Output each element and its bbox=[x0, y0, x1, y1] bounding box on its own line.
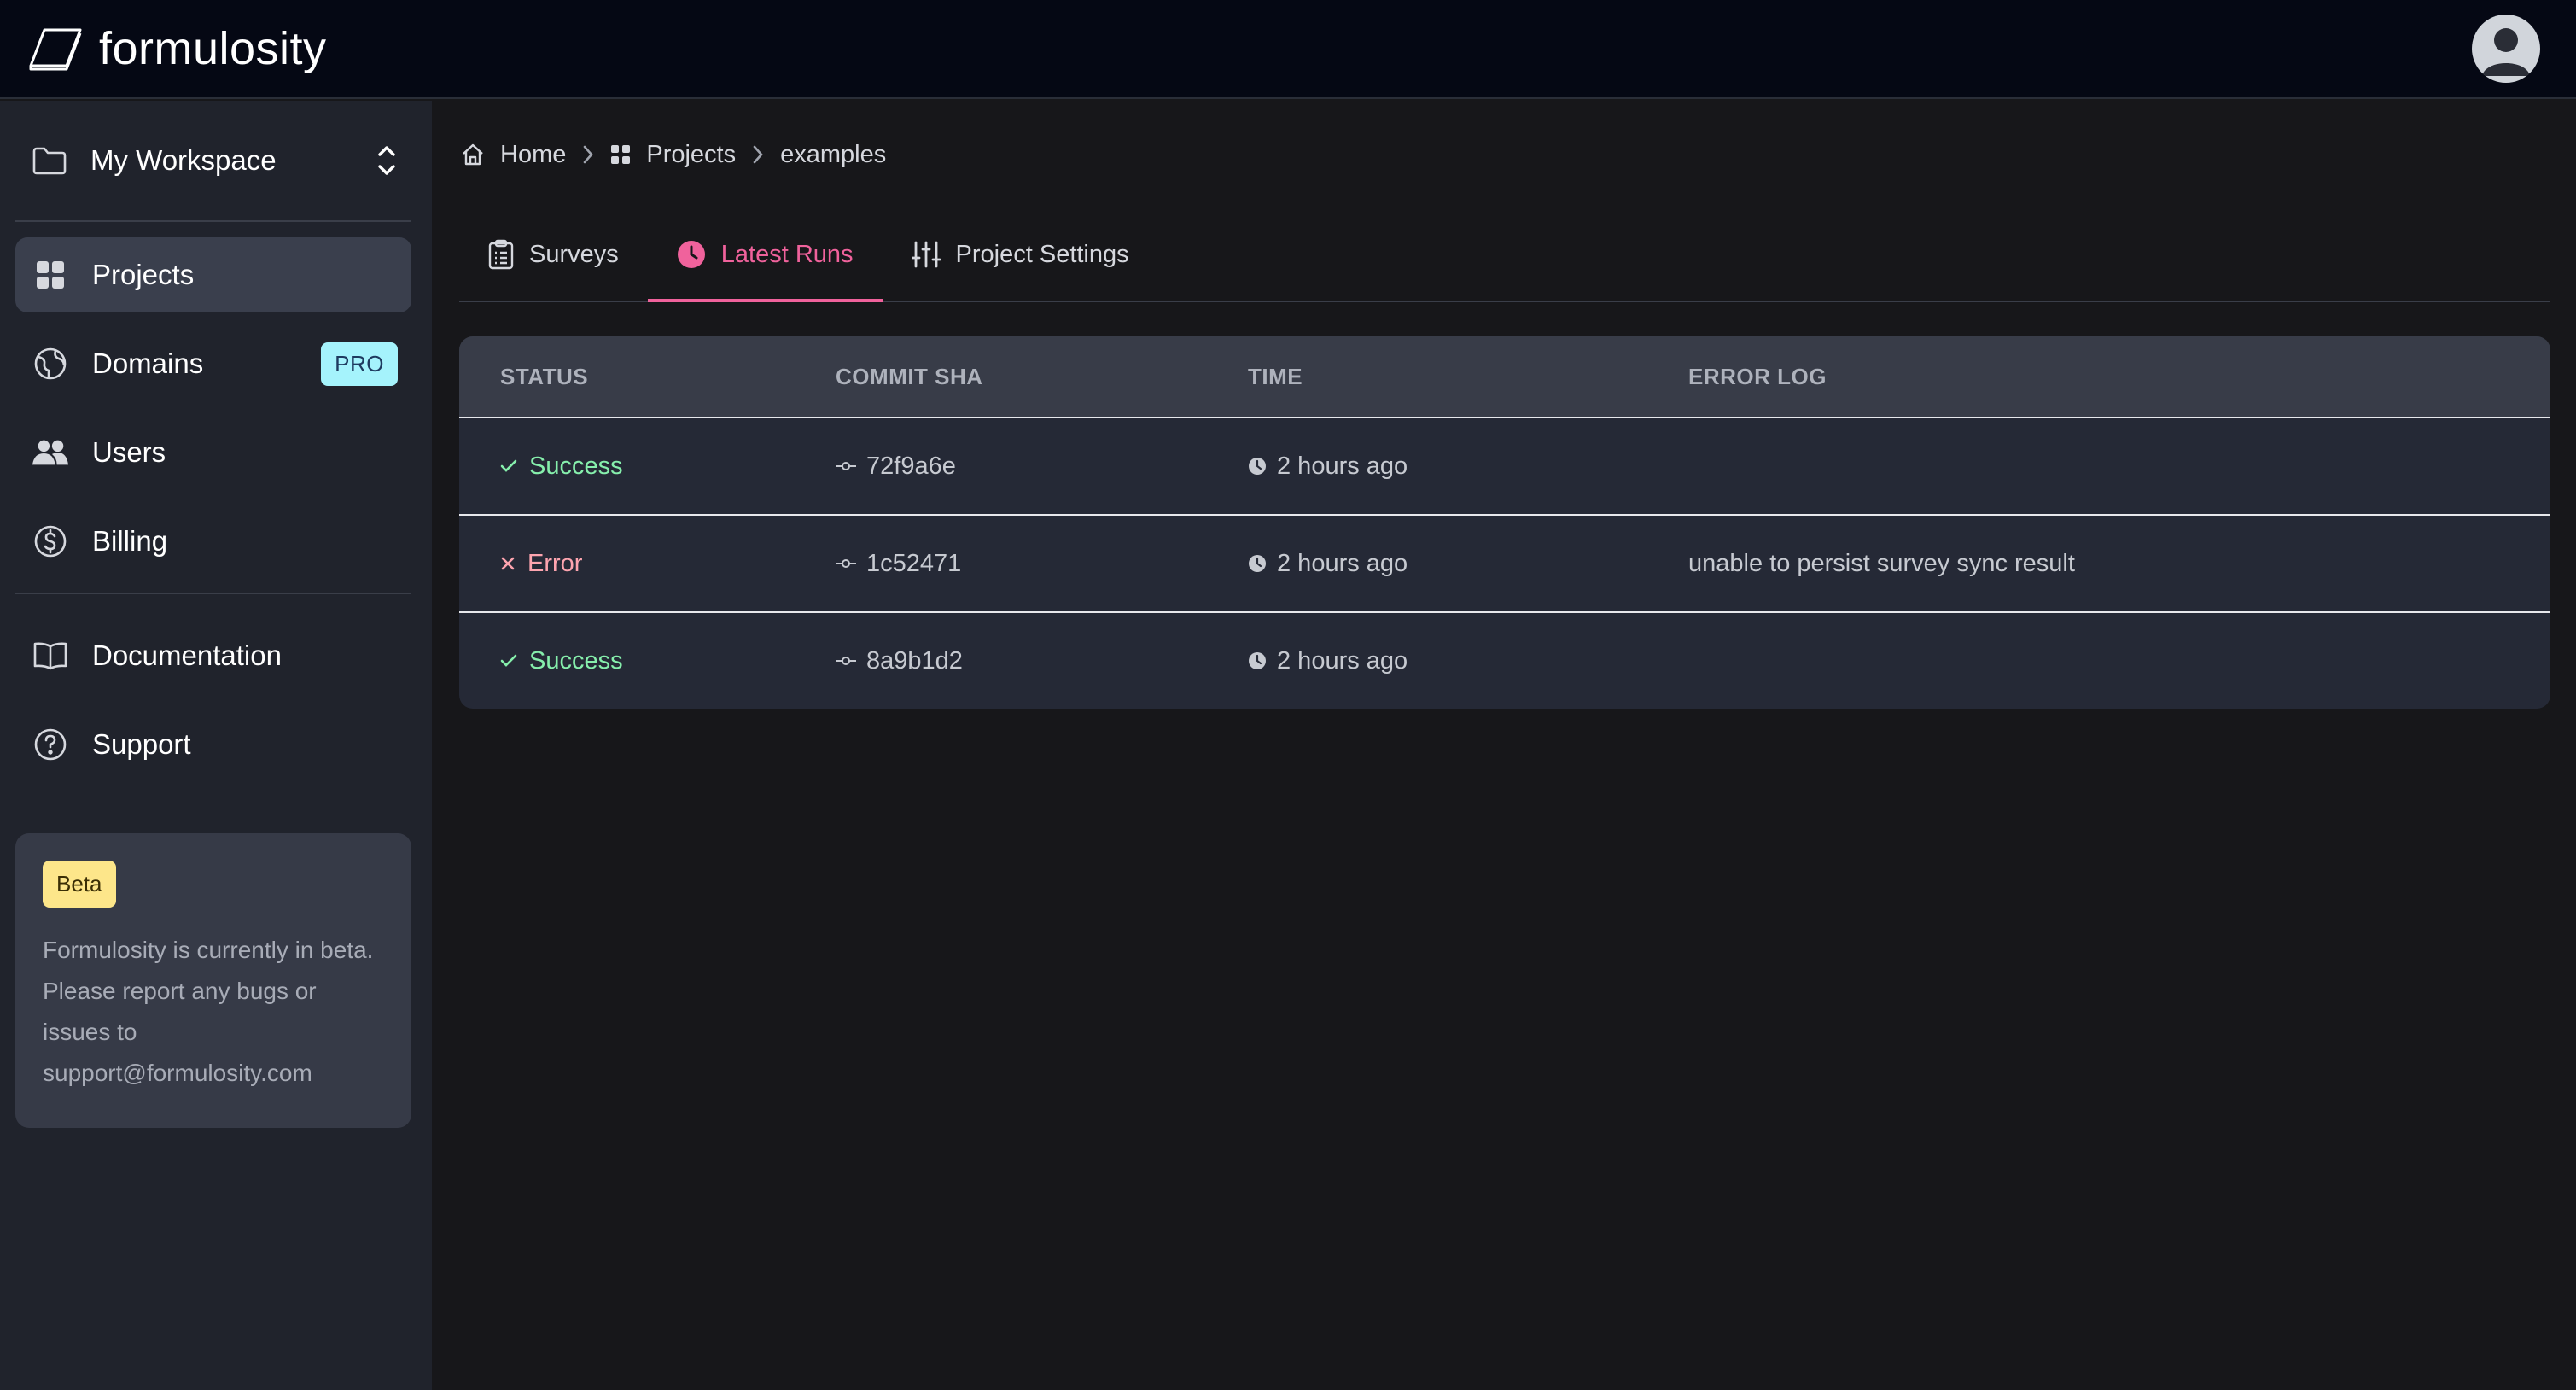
commit-sha: 72f9a6e bbox=[866, 452, 956, 480]
time-cell: 2 hours ago bbox=[1244, 453, 1685, 481]
commit-sha: 1c52471 bbox=[866, 549, 962, 577]
dollar-icon bbox=[32, 524, 68, 558]
grid-icon bbox=[610, 144, 631, 165]
tab-label: Latest Runs bbox=[720, 240, 854, 268]
breadcrumb-projects[interactable]: Projects bbox=[610, 141, 736, 169]
time-text: 2 hours ago bbox=[1277, 452, 1408, 480]
sidebar: My Workspace Projects Domains PRO Users … bbox=[0, 101, 432, 1390]
book-icon bbox=[32, 641, 68, 670]
time-text: 2 hours ago bbox=[1277, 549, 1408, 577]
commit-cell: 72f9a6e bbox=[832, 453, 1244, 481]
main-content: Home Projects examples Surveys Latest Ru… bbox=[459, 101, 2550, 709]
globe-icon bbox=[32, 347, 68, 381]
table-row[interactable]: Success 8a9b1d2 2 hours ago bbox=[459, 611, 2550, 709]
folder-icon bbox=[32, 146, 67, 175]
breadcrumb: Home Projects examples bbox=[459, 101, 2550, 208]
clock-icon bbox=[1248, 651, 1267, 670]
header-commit-sha: COMMIT SHA bbox=[836, 363, 983, 389]
time-cell: 2 hours ago bbox=[1244, 647, 1685, 675]
sidebar-item-users[interactable]: Users bbox=[15, 415, 411, 490]
header-status: STATUS bbox=[500, 363, 589, 389]
tab-surveys[interactable]: Surveys bbox=[459, 208, 648, 301]
tab-project-settings[interactable]: Project Settings bbox=[883, 208, 1158, 301]
clock-icon bbox=[677, 240, 706, 269]
sidebar-item-documentation[interactable]: Documentation bbox=[15, 618, 411, 693]
brand[interactable]: formulosity bbox=[27, 22, 327, 75]
sidebar-item-label: Domains bbox=[92, 348, 204, 379]
commit-cell: 1c52471 bbox=[832, 550, 1244, 578]
sidebar-item-projects[interactable]: Projects bbox=[15, 237, 411, 312]
runs-table: STATUS COMMIT SHA TIME ERROR LOG Success… bbox=[459, 336, 2550, 709]
clock-icon bbox=[1248, 457, 1267, 476]
header-error-log: ERROR LOG bbox=[1688, 363, 1827, 389]
check-icon bbox=[500, 654, 517, 668]
header-time: TIME bbox=[1248, 363, 1303, 389]
status-text: Error bbox=[527, 549, 583, 577]
home-icon bbox=[461, 143, 485, 166]
chevron-right-icon bbox=[581, 143, 595, 166]
workspace-name: My Workspace bbox=[90, 144, 277, 176]
tab-label: Surveys bbox=[529, 240, 619, 268]
breadcrumb-home-label: Home bbox=[500, 140, 567, 168]
help-icon bbox=[32, 727, 68, 762]
sidebar-item-support[interactable]: Support bbox=[15, 707, 411, 782]
time-text: 2 hours ago bbox=[1277, 646, 1408, 675]
table-header: STATUS COMMIT SHA TIME ERROR LOG bbox=[459, 336, 2550, 417]
x-icon bbox=[500, 556, 516, 571]
beta-badge: Beta bbox=[43, 861, 116, 908]
commit-cell: 8a9b1d2 bbox=[832, 647, 1244, 675]
table-row[interactable]: Error 1c52471 2 hours ago unable to pers… bbox=[459, 514, 2550, 611]
user-icon bbox=[2482, 28, 2530, 76]
sidebar-item-domains[interactable]: Domains PRO bbox=[15, 326, 411, 401]
sidebar-item-label: Documentation bbox=[92, 640, 282, 671]
logo-icon bbox=[27, 25, 84, 73]
check-icon bbox=[500, 459, 517, 473]
status-text: Success bbox=[529, 646, 623, 675]
tab-label: Project Settings bbox=[955, 240, 1129, 268]
users-icon bbox=[32, 438, 68, 467]
table-row[interactable]: Success 72f9a6e 2 hours ago bbox=[459, 417, 2550, 514]
status-cell: Success bbox=[459, 647, 832, 675]
clock-icon bbox=[1248, 554, 1267, 573]
pro-badge: PRO bbox=[321, 342, 398, 386]
git-commit-icon bbox=[836, 558, 856, 569]
workspace-switcher[interactable]: My Workspace bbox=[15, 101, 411, 222]
git-commit-icon bbox=[836, 461, 856, 471]
git-commit-icon bbox=[836, 656, 856, 666]
sidebar-divider bbox=[15, 593, 411, 594]
sidebar-nav: Projects Domains PRO Users Billing Docum… bbox=[15, 222, 411, 782]
beta-notice: Beta Formulosity is currently in beta. P… bbox=[15, 833, 411, 1128]
chevron-right-icon bbox=[751, 143, 765, 166]
beta-text: Formulosity is currently in beta. Please… bbox=[43, 937, 374, 1086]
breadcrumb-home[interactable]: Home bbox=[461, 141, 566, 169]
time-cell: 2 hours ago bbox=[1244, 550, 1685, 578]
tab-latest-runs[interactable]: Latest Runs bbox=[647, 208, 883, 302]
commit-sha: 8a9b1d2 bbox=[866, 646, 963, 675]
grid-icon bbox=[32, 260, 68, 290]
clipboard-icon bbox=[488, 239, 514, 270]
breadcrumb-projects-label: Projects bbox=[646, 140, 737, 168]
status-cell: Error bbox=[459, 550, 832, 578]
status-text: Success bbox=[529, 452, 623, 480]
sidebar-item-label: Projects bbox=[92, 259, 195, 290]
project-tabs: Surveys Latest Runs Project Settings bbox=[459, 208, 2550, 302]
chevron-up-down-icon bbox=[377, 144, 396, 177]
breadcrumb-current[interactable]: examples bbox=[780, 141, 886, 169]
sliders-icon bbox=[911, 241, 941, 268]
error-log-cell: unable to persist survey sync result bbox=[1688, 549, 2075, 577]
brand-name: formulosity bbox=[99, 23, 327, 74]
top-bar: formulosity bbox=[0, 0, 2576, 99]
user-avatar[interactable] bbox=[2472, 15, 2540, 83]
sidebar-item-label: Users bbox=[92, 436, 166, 468]
sidebar-item-label: Support bbox=[92, 728, 191, 760]
sidebar-item-label: Billing bbox=[92, 525, 168, 557]
sidebar-item-billing[interactable]: Billing bbox=[15, 504, 411, 579]
status-cell: Success bbox=[459, 453, 832, 481]
